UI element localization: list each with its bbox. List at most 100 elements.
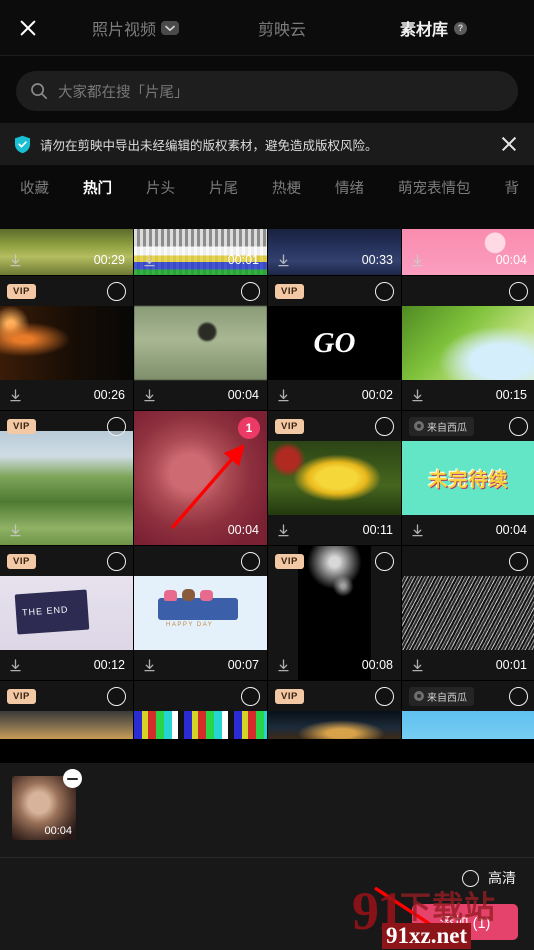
grid-cell[interactable]: 00:04 bbox=[402, 229, 534, 275]
grid-cell[interactable]: VIP 00:11 bbox=[268, 411, 401, 545]
cell-header: VIP bbox=[0, 276, 133, 306]
select-checkbox[interactable] bbox=[509, 686, 528, 706]
vip-badge: VIP bbox=[275, 418, 304, 434]
category-tab-opening[interactable]: 片头 bbox=[146, 177, 175, 198]
cell-footer bbox=[0, 515, 133, 545]
help-icon[interactable]: ? bbox=[454, 21, 468, 35]
download-icon[interactable] bbox=[8, 253, 23, 268]
download-icon[interactable] bbox=[410, 523, 425, 538]
download-icon[interactable] bbox=[410, 388, 425, 403]
selection-number-badge: 1 bbox=[238, 417, 260, 439]
download-icon[interactable] bbox=[8, 388, 23, 403]
download-icon[interactable] bbox=[142, 658, 157, 673]
grid-cell[interactable]: 00:15 bbox=[402, 276, 534, 410]
hd-toggle[interactable]: 高清 bbox=[462, 868, 516, 888]
add-button[interactable]: 添加 (1) bbox=[412, 904, 518, 940]
category-tab-background[interactable]: 背 bbox=[505, 177, 520, 198]
thumbnail: HAPPY DAY bbox=[134, 576, 267, 650]
grid-cell[interactable]: 00:04 bbox=[134, 276, 267, 410]
chevron-down-icon[interactable] bbox=[161, 21, 180, 35]
select-checkbox[interactable] bbox=[509, 551, 528, 571]
vip-badge: VIP bbox=[7, 283, 36, 299]
cell-header bbox=[402, 276, 534, 306]
select-checkbox[interactable] bbox=[107, 416, 126, 436]
category-tab-pets[interactable]: 萌宠表情包 bbox=[398, 177, 471, 198]
grid-cell-selected[interactable]: 1 00:04 bbox=[134, 411, 267, 545]
select-checkbox[interactable] bbox=[241, 686, 260, 706]
grid-cell[interactable]: VIP bbox=[0, 681, 133, 739]
grid-cell[interactable]: 00:01 bbox=[134, 229, 267, 275]
cell-header bbox=[134, 276, 267, 306]
cell-footer: 00:26 bbox=[0, 380, 133, 410]
cell-header: VIP bbox=[0, 546, 133, 576]
download-icon[interactable] bbox=[142, 253, 157, 268]
grid-cell[interactable]: 00:29 bbox=[0, 229, 133, 275]
copyright-notice-banner: 请勿在剪映中导出未经编辑的版权素材，避免造成版权风险。 bbox=[0, 123, 534, 165]
cell-footer: 00:08 bbox=[268, 650, 401, 680]
grid-cell[interactable]: 00:01 bbox=[402, 546, 534, 680]
category-tab-bar[interactable]: 收藏 热门 片头 片尾 热梗 情绪 萌宠表情包 背 bbox=[0, 165, 534, 209]
grid-cell[interactable]: HAPPY DAY 00:07 bbox=[134, 546, 267, 680]
material-grid-scroll[interactable]: 00:29 00:01 00:33 00:04 VIP 00:26 00:04 … bbox=[0, 229, 534, 763]
cell-header bbox=[134, 546, 267, 576]
category-tab-ending[interactable]: 片尾 bbox=[209, 177, 238, 198]
grid-cell[interactable]: 未完待续 来自西瓜 00:04 bbox=[402, 411, 534, 545]
minus-circle-icon[interactable] bbox=[63, 769, 82, 788]
category-tab-emotion[interactable]: 情绪 bbox=[335, 177, 364, 198]
cell-footer: 00:33 bbox=[268, 245, 401, 275]
banner-text: 请勿在剪映中导出未经编辑的版权素材，避免造成版权风险。 bbox=[40, 138, 378, 153]
select-checkbox[interactable] bbox=[375, 281, 394, 301]
duration-label: 00:04 bbox=[495, 253, 527, 267]
select-checkbox[interactable] bbox=[107, 281, 126, 301]
duration-label: 00:04 bbox=[44, 825, 72, 837]
grid-cell[interactable]: 来自西瓜 bbox=[402, 681, 534, 739]
grid-cell[interactable]: 00:33 bbox=[268, 229, 401, 275]
duration-label: 00:08 bbox=[361, 658, 393, 672]
category-tab-favorites[interactable]: 收藏 bbox=[20, 177, 49, 198]
grid-cell[interactable]: VIP bbox=[268, 681, 401, 739]
select-checkbox[interactable] bbox=[375, 686, 394, 706]
category-tab-memes[interactable]: 热梗 bbox=[272, 177, 301, 198]
cell-header: 来自西瓜 bbox=[402, 681, 534, 711]
download-icon[interactable] bbox=[276, 253, 291, 268]
download-icon[interactable] bbox=[410, 253, 425, 268]
download-icon[interactable] bbox=[276, 523, 291, 538]
vip-badge: VIP bbox=[275, 688, 304, 704]
download-icon[interactable] bbox=[8, 523, 23, 538]
hd-radio-icon[interactable] bbox=[462, 869, 479, 887]
tab-material-library[interactable]: 素材库 ? bbox=[400, 0, 468, 56]
vip-badge: VIP bbox=[7, 688, 36, 704]
tab-jianying-cloud[interactable]: 剪映云 bbox=[258, 0, 306, 56]
grid-cell[interactable]: THE END VIP 00:12 bbox=[0, 546, 133, 680]
download-icon[interactable] bbox=[410, 658, 425, 673]
select-checkbox[interactable] bbox=[509, 281, 528, 301]
banner-close-icon[interactable] bbox=[498, 133, 520, 155]
select-checkbox[interactable] bbox=[107, 551, 126, 571]
download-icon[interactable] bbox=[276, 388, 291, 403]
select-checkbox[interactable] bbox=[375, 416, 394, 436]
close-button[interactable] bbox=[0, 0, 56, 56]
grid-cell[interactable]: VIP 00:08 bbox=[268, 546, 401, 680]
duration-label: 00:07 bbox=[227, 658, 259, 672]
grid-cell[interactable]: VIP bbox=[0, 411, 133, 545]
grid-cell[interactable]: GO VIP 00:02 bbox=[268, 276, 401, 410]
grid-cell[interactable]: VIP 00:26 bbox=[0, 276, 133, 410]
download-icon[interactable] bbox=[8, 658, 23, 673]
select-checkbox[interactable] bbox=[107, 686, 126, 706]
category-tab-hot[interactable]: 热门 bbox=[83, 177, 112, 198]
duration-label: 00:01 bbox=[227, 253, 259, 267]
tab-jianying-cloud-label: 剪映云 bbox=[258, 22, 307, 39]
download-icon[interactable] bbox=[142, 388, 157, 403]
select-checkbox[interactable] bbox=[375, 551, 394, 571]
cell-header: VIP bbox=[268, 276, 401, 306]
cell-header: VIP bbox=[268, 546, 401, 576]
search-input[interactable]: 大家都在搜「片尾」 bbox=[16, 71, 518, 111]
select-checkbox[interactable] bbox=[241, 551, 260, 571]
grid-cell[interactable] bbox=[134, 681, 267, 739]
tab-photo-video-label: 照片视频 bbox=[92, 22, 157, 39]
hd-label: 高清 bbox=[488, 870, 516, 886]
select-checkbox[interactable] bbox=[509, 416, 528, 436]
tab-photo-video[interactable]: 照片视频 bbox=[92, 0, 180, 56]
download-icon[interactable] bbox=[276, 658, 291, 673]
select-checkbox[interactable] bbox=[241, 281, 260, 301]
